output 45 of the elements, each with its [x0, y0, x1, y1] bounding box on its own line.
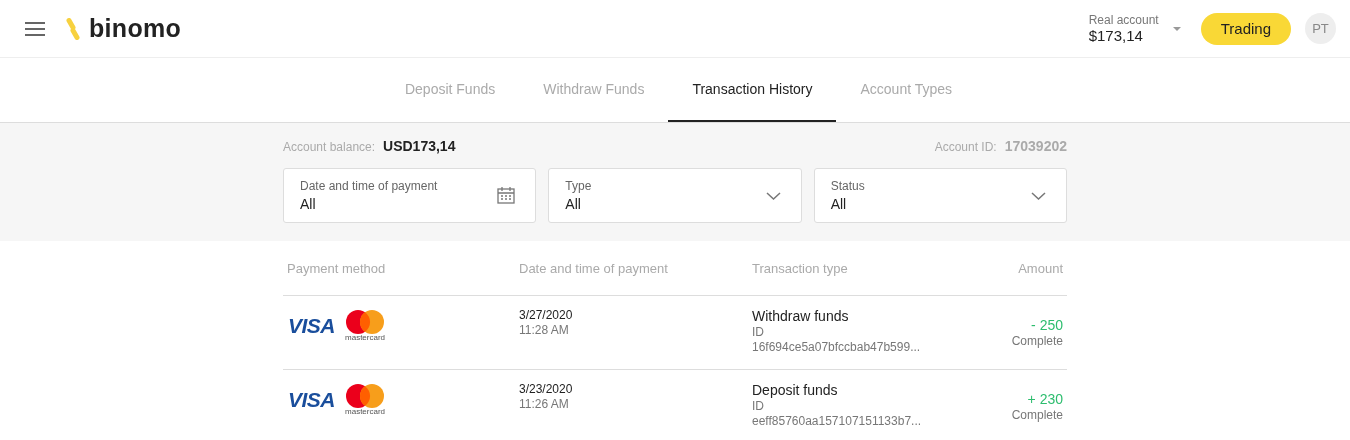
column-header: Payment method — [286, 260, 387, 276]
field-value: All — [300, 196, 317, 212]
column-header: Transaction type — [751, 260, 849, 276]
chevron-down-icon — [1031, 191, 1046, 200]
status-text: Complete — [1011, 334, 1063, 348]
account-id-label: Account ID: — [934, 140, 997, 154]
field-label: Status — [830, 179, 865, 193]
logo-icon — [65, 17, 81, 40]
chevron-down-icon — [765, 191, 781, 200]
date-text: 3/23/2020 — [519, 382, 574, 396]
time-text: 11:28 AM — [519, 323, 570, 337]
field-value: All — [830, 196, 848, 212]
menu-icon[interactable] — [25, 20, 45, 37]
mastercard-logo: mastercard — [345, 384, 386, 416]
filter-field[interactable]: Date and time of payment All — [283, 168, 537, 223]
account-id: 17039202 — [1004, 138, 1067, 154]
field-label: Type — [565, 179, 592, 193]
field-value: All — [565, 196, 582, 212]
filter-field[interactable]: Status All — [813, 168, 1067, 223]
amount-text: + 230 — [1027, 391, 1063, 407]
column-header: Amount — [1017, 260, 1064, 276]
date-text: 3/27/2020 — [519, 308, 574, 322]
transaction-id: eeff85760aa157107151133b7... — [752, 414, 923, 428]
transaction-type: Withdraw funds — [752, 308, 850, 324]
account-label: Real account — [1088, 13, 1159, 27]
caret-icon[interactable] — [1172, 26, 1181, 31]
filter-field[interactable]: Type All — [548, 168, 802, 223]
id-label: ID — [752, 399, 765, 413]
trading-button[interactable]: Trading — [1200, 12, 1291, 45]
amount-text: - 250 — [1031, 317, 1063, 333]
transaction-type: Deposit funds — [752, 382, 839, 398]
time-text: 11:26 AM — [519, 397, 570, 411]
field-label: Date and time of payment — [300, 179, 438, 193]
id-label: ID — [752, 325, 765, 339]
transaction-id: 16f694ce5a07bfccbab47b599... — [752, 340, 922, 354]
calendar-icon — [497, 187, 516, 204]
column-header: Date and time of payment — [518, 260, 669, 276]
balance-label: Account balance: — [283, 140, 376, 154]
visa-logo: VISA — [288, 388, 335, 412]
account-balance: $173,14 — [1088, 27, 1144, 44]
mastercard-logo: mastercard — [345, 310, 386, 342]
status-text: Complete — [1011, 408, 1063, 422]
visa-logo: VISA — [288, 314, 335, 338]
balance-value: USD173,14 — [383, 138, 456, 154]
logo-text: binomo — [89, 14, 182, 43]
